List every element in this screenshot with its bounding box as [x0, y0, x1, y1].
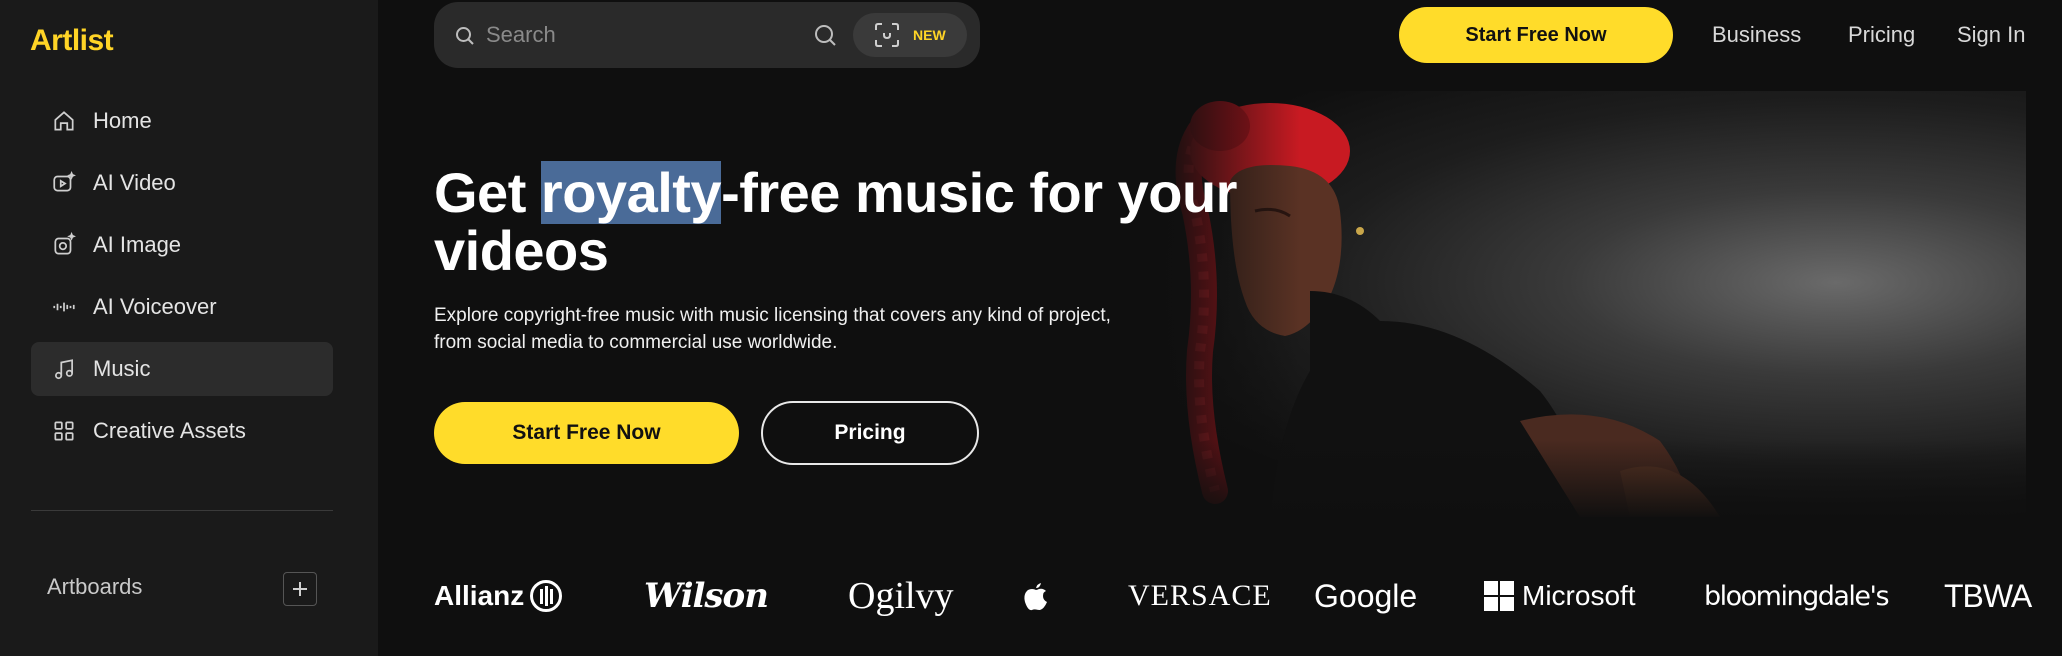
nav-link-pricing[interactable]: Pricing — [1848, 22, 1915, 48]
hero-headline: Get royalty-free music for your videos — [434, 161, 1254, 280]
sidebar-item-music[interactable]: Music — [31, 342, 333, 396]
scan-icon — [873, 21, 901, 49]
bloomingdales-logo: bloomingdale's — [1704, 580, 1890, 612]
sidebar: Artlist Home AI Video AI Image AI Voiceo… — [0, 0, 378, 656]
header-start-free-button[interactable]: Start Free Now — [1399, 7, 1673, 63]
search-bar: NEW — [434, 2, 980, 68]
sidebar-item-ai-video[interactable]: AI Video — [31, 156, 333, 210]
allianz-wordmark: Allianz — [434, 580, 525, 611]
subtitle-line: from social media to commercial use worl… — [434, 332, 838, 353]
home-icon — [51, 108, 77, 134]
sidebar-item-label: AI Voiceover — [93, 294, 217, 319]
headline-highlighted-word: royalty — [540, 161, 722, 224]
sidebar-item-home[interactable]: Home — [31, 94, 333, 148]
allianz-logo: Allianz — [434, 570, 563, 622]
sidebar-nav: Home AI Video AI Image AI Voiceover Musi… — [31, 94, 333, 466]
grid-icon — [51, 418, 77, 444]
sidebar-item-ai-image[interactable]: AI Image — [31, 218, 333, 272]
google-logo: Google — [1314, 577, 1418, 614]
add-artboard-button[interactable] — [283, 572, 317, 606]
sidebar-item-ai-voiceover[interactable]: AI Voiceover — [31, 280, 333, 334]
tbwa-logo: TBWA — [1944, 577, 2032, 614]
music-note-icon — [51, 356, 77, 382]
headline-part: Get — [434, 161, 541, 224]
hero-start-free-button[interactable]: Start Free Now — [434, 402, 739, 464]
microsoft-squares-icon — [1484, 581, 1514, 611]
visual-search-button[interactable]: NEW — [853, 13, 967, 57]
subtitle-line: Explore copyright-free music with music … — [434, 305, 1111, 326]
artlist-logo[interactable]: Artlist — [30, 24, 114, 58]
ai-image-icon — [51, 232, 77, 258]
nav-link-business[interactable]: Business — [1712, 22, 1801, 48]
sidebar-item-label: AI Image — [93, 232, 182, 257]
sidebar-item-label: Music — [93, 356, 151, 381]
wilson-logo: Wilson — [644, 576, 769, 616]
sidebar-divider — [31, 510, 333, 511]
ai-video-icon — [51, 170, 77, 196]
search-icon — [454, 25, 476, 47]
hero-fade — [1160, 440, 2026, 520]
microsoft-logo: Microsoft — [1484, 570, 1636, 622]
new-badge: NEW — [913, 27, 946, 43]
client-logos: Allianz Wilson Ogilvy VERSACE Google Mic… — [434, 570, 2032, 622]
search-input[interactable] — [486, 17, 786, 53]
microsoft-wordmark: Microsoft — [1522, 580, 1636, 611]
waveform-icon — [51, 294, 77, 320]
sidebar-item-label: Creative Assets — [93, 418, 246, 443]
allianz-emblem — [530, 580, 563, 612]
ogilvy-logo: Ogilvy — [848, 575, 954, 617]
hero-subtitle: Explore copyright-free music with music … — [434, 302, 1234, 356]
plus-icon — [293, 582, 307, 596]
nav-link-sign-in[interactable]: Sign In — [1957, 22, 2026, 48]
sidebar-item-label: AI Video — [93, 170, 176, 195]
search-submit-icon[interactable] — [812, 22, 838, 48]
sidebar-item-label: Home — [93, 108, 152, 133]
apple-logo — [1022, 570, 1052, 622]
artboards-label: Artboards — [47, 574, 143, 599]
versace-logo: VERSACE — [1128, 579, 1272, 612]
hero-pricing-button[interactable]: Pricing — [761, 401, 979, 465]
sidebar-item-creative-assets[interactable]: Creative Assets — [31, 404, 333, 458]
